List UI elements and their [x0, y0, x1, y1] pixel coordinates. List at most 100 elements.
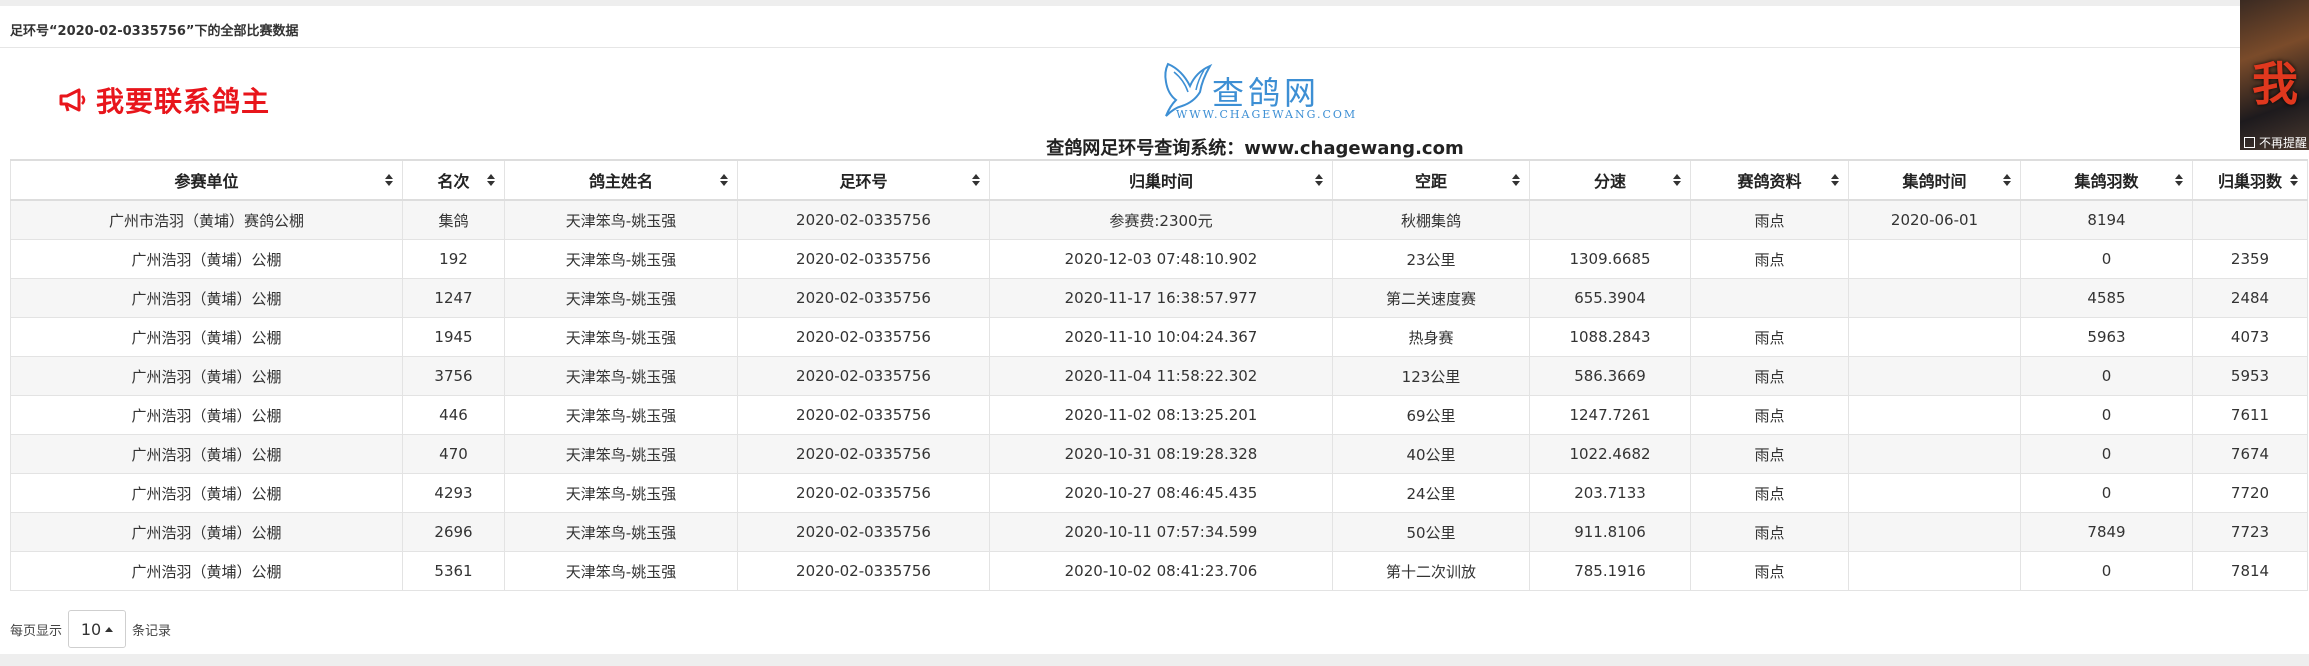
table-cell: 广州市浩羽（黄埔）赛鸽公棚 [10, 199, 403, 240]
column-header-1[interactable]: 名次 [402, 159, 505, 201]
table-cell: 446 [402, 395, 505, 435]
table-row[interactable]: 广州浩羽（黄埔）公棚 2696 天津笨鸟-姚玉强 2020-02-0335756 202… [10, 512, 2308, 552]
table-cell: 4585 [2020, 278, 2193, 318]
table-cell: 广州浩羽（黄埔）公棚 [10, 434, 403, 474]
column-header-label: 归巢羽数 [2217, 172, 2282, 191]
table-cell: 0 [2020, 239, 2193, 279]
table-cell: 参赛费:2300元 [989, 199, 1333, 240]
column-header-9[interactable]: 集鸽羽数 [2020, 159, 2193, 201]
table-cell: 雨点 [1690, 356, 1849, 396]
table-row[interactable]: 广州浩羽（黄埔）公棚 446 天津笨鸟-姚玉强 2020-02-0335756 2020… [10, 395, 2308, 435]
sort-icon[interactable] [2175, 173, 2183, 187]
table-cell: 40公里 [1332, 434, 1530, 474]
table-cell: 2696 [402, 512, 505, 552]
column-header-5[interactable]: 空距 [1332, 159, 1530, 201]
table-cell: 1309.6685 [1529, 239, 1691, 279]
table-cell: 天津笨鸟-姚玉强 [504, 512, 738, 552]
table-row[interactable]: 广州浩羽（黄埔）公棚 470 天津笨鸟-姚玉强 2020-02-0335756 2020… [10, 434, 2308, 474]
table-cell: 785.1916 [1529, 551, 1691, 591]
table-cell: 天津笨鸟-姚玉强 [504, 239, 738, 279]
table-row[interactable]: 广州浩羽（黄埔）公棚 5361 天津笨鸟-姚玉强 2020-02-0335756 202… [10, 551, 2308, 591]
page-size-select[interactable]: 10 [68, 610, 127, 648]
table-cell: 7674 [2192, 434, 2308, 474]
column-header-label: 集鸽羽数 [2074, 172, 2139, 191]
table-cell: 2020-10-27 08:46:45.435 [989, 473, 1333, 513]
table-cell: 雨点 [1690, 317, 1849, 357]
table-cell: 天津笨鸟-姚玉强 [504, 317, 738, 357]
column-header-6[interactable]: 分速 [1529, 159, 1691, 201]
table-cell: 4293 [402, 473, 505, 513]
sort-icon[interactable] [1512, 173, 1520, 187]
table-cell: 天津笨鸟-姚玉强 [504, 395, 738, 435]
table-cell: 2484 [2192, 278, 2308, 318]
checkbox-icon [2244, 137, 2255, 148]
side-advertisement[interactable]: 我 不再提醒 [2240, 0, 2309, 150]
ad-dismiss-checkbox[interactable]: 不再提醒 [2244, 134, 2307, 150]
table-row[interactable]: 广州浩羽（黄埔）公棚 1945 天津笨鸟-姚玉强 2020-02-0335756 202… [10, 317, 2308, 357]
sort-icon[interactable] [385, 173, 393, 187]
table-cell: 2020-11-02 08:13:25.201 [989, 395, 1333, 435]
page-size-suffix: 条记录 [132, 623, 172, 639]
table-cell: 2020-10-31 08:19:28.328 [989, 434, 1333, 474]
table-cell [1848, 278, 2021, 318]
table-cell: 热身赛 [1332, 317, 1530, 357]
table-cell: 广州浩羽（黄埔）公棚 [10, 239, 403, 279]
race-results-table: 参赛单位 名次 鸽主姓名 足环号 归巢时间 空距 分速 赛鸽资料 集鸽时间 集鸽羽数 归巢羽数 广州… [10, 159, 2308, 591]
column-header-label: 分速 [1593, 172, 1626, 191]
caret-up-icon [105, 626, 114, 632]
table-cell: 470 [402, 434, 505, 474]
table-cell: 2020-02-0335756 [737, 434, 990, 474]
column-header-7[interactable]: 赛鸽资料 [1690, 159, 1849, 201]
table-cell: 1945 [402, 317, 505, 357]
table-cell: 911.8106 [1529, 512, 1691, 552]
table-row[interactable]: 广州浩羽（黄埔）公棚 3756 天津笨鸟-姚玉强 2020-02-0335756 202… [10, 356, 2308, 396]
column-header-label: 参赛单位 [174, 172, 239, 191]
sort-icon[interactable] [2290, 173, 2298, 187]
table-cell: 2020-11-10 10:04:24.367 [989, 317, 1333, 357]
sort-icon[interactable] [1315, 173, 1323, 187]
table-cell: 雨点 [1690, 551, 1849, 591]
table-cell: 123公里 [1332, 356, 1530, 396]
table-cell: 第二关速度赛 [1332, 278, 1530, 318]
table-cell: 203.7133 [1529, 473, 1691, 513]
table-cell [1848, 356, 2021, 396]
table-cell: 雨点 [1690, 199, 1849, 240]
column-header-3[interactable]: 足环号 [737, 159, 990, 201]
table-cell: 2020-11-17 16:38:57.977 [989, 278, 1333, 318]
table-cell: 天津笨鸟-姚玉强 [504, 551, 738, 591]
sort-icon[interactable] [487, 173, 495, 187]
ad-glyph: 我 [2252, 57, 2298, 111]
table-cell: 雨点 [1690, 512, 1849, 552]
column-header-8[interactable]: 集鸽时间 [1848, 159, 2021, 201]
table-row[interactable]: 广州市浩羽（黄埔）赛鸽公棚 集鸽 天津笨鸟-姚玉强 2020-02-0335756 参赛… [10, 199, 2308, 240]
sort-icon[interactable] [972, 173, 980, 187]
sort-icon[interactable] [720, 173, 728, 187]
column-header-label: 集鸽时间 [1902, 172, 1967, 191]
column-header-label: 赛鸽资料 [1737, 172, 1802, 191]
table-cell: 秋棚集鸽 [1332, 199, 1530, 240]
table-cell: 2020-06-01 [1848, 199, 2021, 240]
table-cell: 第十二次训放 [1332, 551, 1530, 591]
table-cell: 8194 [2020, 199, 2193, 240]
table-cell: 3756 [402, 356, 505, 396]
title-divider [0, 47, 2309, 48]
column-header-4[interactable]: 归巢时间 [989, 159, 1333, 201]
table-row[interactable]: 广州浩羽（黄埔）公棚 1247 天津笨鸟-姚玉强 2020-02-0335756 202… [10, 278, 2308, 318]
panel-title: 足环号“2020-02-0335756”下的全部比赛数据 [10, 24, 299, 39]
table-cell: 192 [402, 239, 505, 279]
table-row[interactable]: 广州浩羽（黄埔）公棚 192 天津笨鸟-姚玉强 2020-02-0335756 2020… [10, 239, 2308, 279]
table-cell: 天津笨鸟-姚玉强 [504, 199, 738, 240]
site-logo[interactable]: 查鸽网 WWW.CHAGEWANG.COM [1160, 58, 1355, 128]
table-cell [1848, 512, 2021, 552]
table-body: 广州市浩羽（黄埔）赛鸽公棚 集鸽 天津笨鸟-姚玉强 2020-02-0335756 参赛… [10, 199, 2308, 591]
sort-icon[interactable] [2003, 173, 2011, 187]
sort-icon[interactable] [1831, 173, 1839, 187]
column-header-2[interactable]: 鸽主姓名 [504, 159, 738, 201]
table-cell: 2020-12-03 07:48:10.902 [989, 239, 1333, 279]
column-header-10[interactable]: 归巢羽数 [2192, 159, 2308, 201]
table-row[interactable]: 广州浩羽（黄埔）公棚 4293 天津笨鸟-姚玉强 2020-02-0335756 202… [10, 473, 2308, 513]
sort-icon[interactable] [1673, 173, 1681, 187]
contact-owner-link[interactable]: 我要联系鸽主 [58, 80, 270, 120]
column-header-0[interactable]: 参赛单位 [10, 159, 403, 201]
pagination-bar: 每页显示 10 条记录 [10, 610, 171, 648]
